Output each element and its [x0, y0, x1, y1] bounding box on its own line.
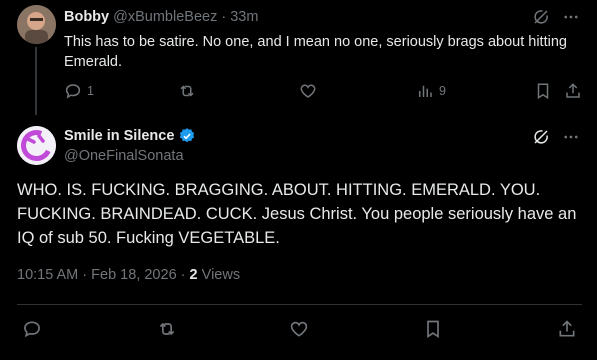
focused-tweet[interactable]: Smile in Silence @OneFinalSonata WHO. IS…	[0, 115, 597, 360]
separator: ·	[221, 9, 227, 25]
tweet-meta: 10:15 AM · Feb 18, 2026 · 2 Views	[17, 267, 240, 283]
like-button[interactable]	[299, 82, 317, 100]
avatar[interactable]	[17, 126, 56, 165]
tweet-actions: 1 9	[64, 82, 584, 102]
retweet-button[interactable]	[177, 82, 197, 100]
timestamp[interactable]: 33m	[230, 9, 258, 25]
more-icon[interactable]	[562, 128, 580, 146]
share-button[interactable]	[564, 82, 582, 100]
like-icon	[289, 319, 309, 339]
bookmark-icon	[423, 319, 443, 339]
grok-icon[interactable]	[532, 128, 550, 146]
reply-icon	[64, 82, 82, 100]
like-icon	[299, 82, 317, 100]
separator: ·	[180, 267, 186, 283]
tweet-text: WHO. IS. FUCKING. BRAGGING. ABOUT. HITTI…	[17, 181, 577, 247]
share-button[interactable]	[557, 319, 577, 339]
more-icon[interactable]	[562, 8, 580, 26]
tweet-date[interactable]: Feb 18, 2026	[91, 267, 176, 283]
tweet-actions	[17, 319, 582, 341]
reply-button[interactable]: 1	[64, 82, 94, 100]
bookmark-button[interactable]	[534, 82, 552, 100]
reply-count: 1	[87, 84, 94, 98]
views-icon	[416, 82, 434, 100]
tweet-top-actions	[532, 8, 580, 26]
separator: ·	[82, 267, 88, 283]
tweet-text: This has to be satire. No one, and I mea…	[64, 34, 567, 70]
grok-icon[interactable]	[532, 8, 550, 26]
retweet-icon	[156, 319, 178, 339]
divider	[17, 304, 582, 305]
display-name[interactable]: Bobby	[64, 9, 109, 25]
share-icon	[564, 82, 582, 100]
display-name[interactable]: Smile in Silence	[64, 128, 174, 144]
reply-tweet[interactable]: Bobby @xBumbleBeez · 33m This has to be …	[0, 0, 597, 115]
bookmark-button[interactable]	[423, 319, 443, 339]
share-icon	[557, 319, 577, 339]
like-button[interactable]	[289, 319, 309, 339]
handle[interactable]: @xBumbleBeez	[113, 9, 217, 25]
tweet-header: Bobby @xBumbleBeez · 33m	[64, 9, 258, 25]
views-button[interactable]: 9	[416, 82, 446, 100]
retweet-icon	[177, 82, 197, 100]
tweet-top-actions	[532, 128, 580, 146]
view-count: 2	[189, 267, 198, 283]
reply-button[interactable]	[22, 319, 42, 339]
tweet-header: Smile in Silence	[64, 127, 196, 145]
reply-icon	[22, 319, 42, 339]
view-count: 9	[439, 84, 446, 98]
tweet-time[interactable]: 10:15 AM	[17, 267, 78, 283]
retweet-button[interactable]	[156, 319, 178, 339]
verified-badge-icon[interactable]	[178, 127, 196, 145]
handle[interactable]: @OneFinalSonata	[64, 148, 184, 164]
thread-line	[35, 47, 37, 115]
avatar[interactable]	[17, 5, 56, 44]
views-label: Views	[201, 267, 241, 283]
bookmark-icon	[534, 82, 552, 100]
